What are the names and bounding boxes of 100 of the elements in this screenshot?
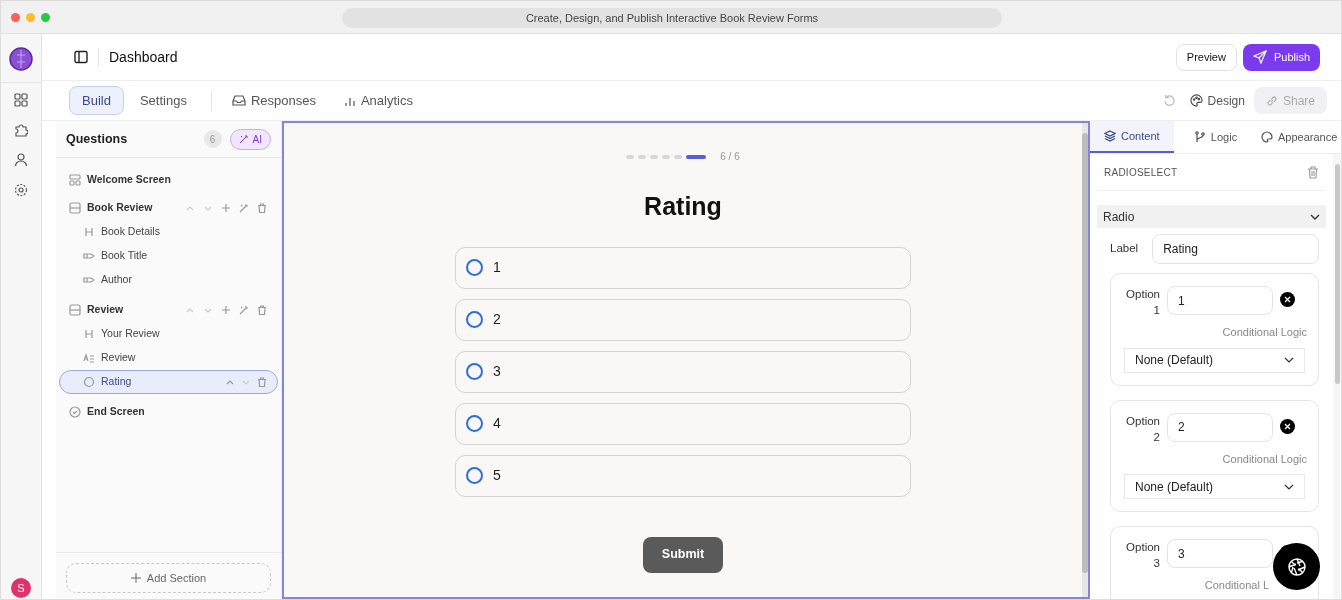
count-badge: 6 <box>203 130 222 148</box>
link-icon <box>1265 94 1278 107</box>
option-input[interactable]: 2 <box>1167 412 1273 442</box>
window-controls-icon[interactable] <box>11 12 50 22</box>
radio-button[interactable] <box>466 467 483 484</box>
preview-button[interactable]: Preview <box>1175 43 1237 71</box>
section-icon <box>69 202 81 214</box>
question-item[interactable]: Book Details <box>59 220 278 244</box>
question-item[interactable]: Review <box>59 298 278 322</box>
ai-button[interactable]: AI <box>229 128 271 150</box>
add-section-button[interactable]: Add Section <box>66 563 271 593</box>
radio-icon <box>83 376 95 388</box>
question-item[interactable]: End Screen <box>59 400 278 424</box>
tab[interactable]: Content <box>1090 121 1174 153</box>
option-label: Option 3 <box>1125 540 1160 571</box>
text-lines-icon <box>83 352 95 364</box>
radio-group-header[interactable]: Radio <box>1097 205 1326 228</box>
window-title: Create, Design, and Publish Interactive Book Review Forms <box>342 8 1002 28</box>
tab[interactable]: Responses <box>219 86 328 115</box>
magic-wand-icon <box>239 203 249 213</box>
logic-select[interactable]: None (Default) <box>1124 347 1305 373</box>
chevron-down-icon <box>1310 213 1320 220</box>
radio-option[interactable]: 3 <box>455 350 911 393</box>
magic-wand-icon <box>239 305 249 315</box>
publish-button[interactable]: Publish <box>1242 43 1320 71</box>
question-item[interactable]: Welcome Screen <box>59 168 278 192</box>
heading-icon <box>83 226 95 238</box>
tab[interactable]: Settings <box>127 86 199 115</box>
tab[interactable]: Analytics <box>331 86 425 115</box>
puzzle-icon[interactable] <box>14 123 28 137</box>
close-icon <box>1283 295 1292 304</box>
question-item[interactable]: Book Title <box>59 244 278 268</box>
aperture-icon <box>1286 556 1307 577</box>
close-icon <box>1283 421 1292 431</box>
radio-option[interactable]: 4 <box>455 402 911 445</box>
plus-icon <box>130 573 141 583</box>
conditional-logic-label: Conditional Logic <box>1222 451 1307 467</box>
question-item[interactable]: Book Review <box>59 196 278 220</box>
chevron-down-icon <box>1284 357 1294 363</box>
camera-button[interactable] <box>1273 543 1320 590</box>
settings-icon[interactable] <box>14 183 28 197</box>
radio-option[interactable]: 1 <box>455 246 911 289</box>
user-avatar[interactable]: S <box>11 578 31 598</box>
chevron-down-icon <box>1284 483 1294 490</box>
design-button[interactable]: Design <box>1189 91 1245 110</box>
field-label: Label <box>1110 241 1139 257</box>
remove-option-button[interactable] <box>1280 292 1295 307</box>
radio-option[interactable]: 2 <box>455 298 911 341</box>
git-branch-icon <box>1193 131 1206 143</box>
option-input[interactable]: 3 <box>1167 539 1273 568</box>
sidebar-toggle-icon[interactable] <box>74 50 88 64</box>
remove-option-button[interactable] <box>1280 418 1295 434</box>
scrollbar-thumb[interactable] <box>1082 133 1088 573</box>
trash-icon <box>257 377 267 387</box>
conditional-logic-label: Conditional L <box>1204 578 1269 593</box>
radio-button[interactable] <box>466 363 483 380</box>
trash-icon <box>257 305 267 315</box>
heading-icon <box>83 328 95 340</box>
plus-icon <box>221 203 231 213</box>
trash-icon[interactable] <box>1307 165 1319 179</box>
question-title: Rating <box>644 191 722 222</box>
dashboard-icon[interactable] <box>14 93 28 107</box>
radio-button[interactable] <box>466 259 483 276</box>
option-label: Option 2 <box>1125 413 1160 445</box>
step-counter: 6 / 6 <box>720 150 740 164</box>
question-type-label: RADIOSELECT <box>1104 165 1178 180</box>
option-label: Option 1 <box>1125 287 1160 318</box>
tag-icon <box>83 250 95 262</box>
logic-select[interactable]: None (Default) <box>1124 474 1305 499</box>
trash-icon <box>257 203 267 213</box>
radio-button[interactable] <box>466 311 483 328</box>
radio-option[interactable]: 5 <box>455 454 911 497</box>
label-input[interactable]: Rating <box>1152 234 1319 264</box>
magic-wand-icon <box>238 134 249 144</box>
panel-title: Questions <box>66 130 128 148</box>
send-icon <box>1252 50 1267 64</box>
layers-icon <box>1104 130 1117 142</box>
question-item[interactable]: Author <box>59 268 278 292</box>
question-item[interactable]: Rating <box>59 370 278 394</box>
question-item[interactable]: Review <box>59 346 278 370</box>
page-title: Dashboard <box>109 47 178 67</box>
plus-icon <box>221 305 231 315</box>
conditional-logic-label: Conditional Logic <box>1222 325 1307 340</box>
logo-icon[interactable] <box>9 47 33 71</box>
inbox-icon <box>231 94 246 107</box>
layout-icon <box>69 174 81 186</box>
option-input[interactable]: 1 <box>1167 286 1273 315</box>
question-item[interactable]: Your Review <box>59 322 278 346</box>
submit-button[interactable]: Submit <box>643 536 723 573</box>
tab[interactable]: Appearance <box>1257 121 1341 153</box>
section-icon <box>69 304 81 316</box>
check-circle-icon <box>69 406 81 418</box>
user-icon[interactable] <box>14 153 28 167</box>
scrollbar-thumb[interactable] <box>1334 164 1340 384</box>
tag-icon <box>83 274 95 286</box>
palette-icon <box>1261 131 1273 143</box>
palette-icon <box>1189 94 1203 107</box>
tab[interactable]: Build <box>69 86 124 115</box>
radio-button[interactable] <box>466 415 483 432</box>
tab[interactable]: Logic <box>1173 121 1258 153</box>
